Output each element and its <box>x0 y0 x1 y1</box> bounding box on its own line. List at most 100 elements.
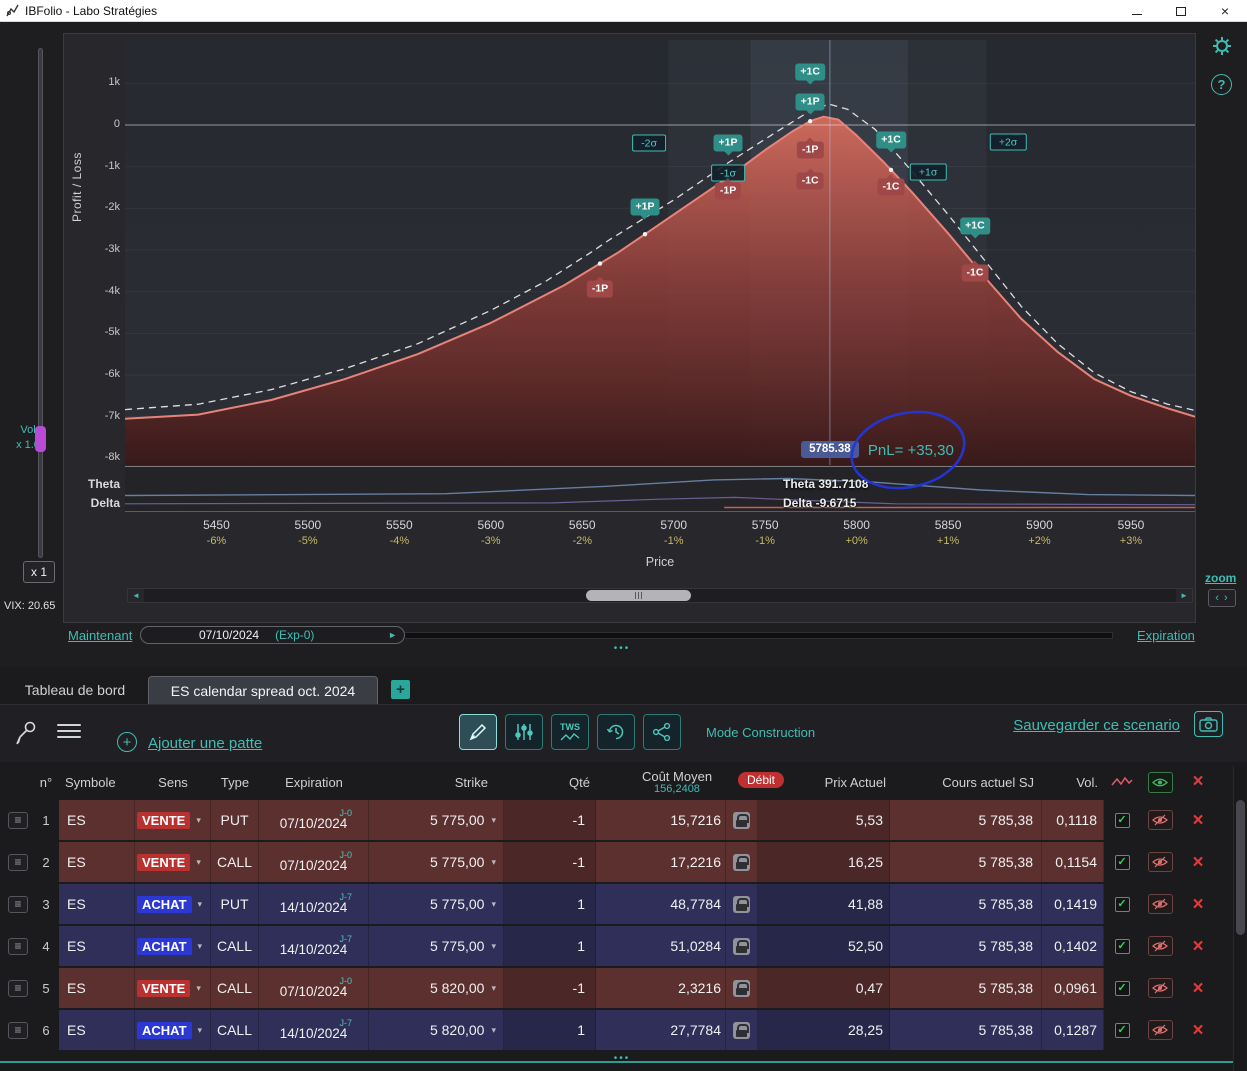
side-badge[interactable]: ACHAT <box>137 937 192 955</box>
strike-cell[interactable]: 5 775,00 ▾ <box>369 926 504 966</box>
add-leg-icon[interactable]: + <box>117 732 137 752</box>
splitter-handle[interactable]: ••• <box>592 643 652 654</box>
delete-row-icon[interactable]: × <box>1192 937 1203 956</box>
tws-tool-button[interactable]: TWS <box>551 714 589 750</box>
leg-marker[interactable]: +1C <box>960 217 990 239</box>
chevron-down-icon[interactable]: ▾ <box>196 983 201 994</box>
pin-icon[interactable] <box>14 718 40 751</box>
help-icon[interactable]: ? <box>1211 74 1232 95</box>
chevron-down-icon[interactable]: ▾ <box>491 983 496 994</box>
leg-marker[interactable]: -1C <box>961 260 989 282</box>
lock-icon[interactable] <box>733 937 750 955</box>
scroll-right-icon[interactable]: ► <box>1176 589 1192 602</box>
strike-cell[interactable]: 5 820,00 ▾ <box>369 1010 504 1050</box>
row-checkbox[interactable]: ✓ <box>1114 854 1130 870</box>
play-icon[interactable]: ► <box>388 630 397 640</box>
side-badge[interactable]: ACHAT <box>137 895 192 913</box>
expiration-link[interactable]: Expiration <box>1137 628 1195 643</box>
row-checkbox[interactable]: ✓ <box>1114 812 1130 828</box>
eye-slash-icon[interactable] <box>1147 894 1173 914</box>
sliders-tool-button[interactable] <box>505 714 543 750</box>
leg-marker[interactable]: +1C <box>876 131 906 153</box>
zoom-range-button[interactable]: ‹ › <box>1208 589 1236 607</box>
eye-slash-icon[interactable] <box>1147 1020 1173 1040</box>
chevron-down-icon[interactable]: ▾ <box>491 815 496 826</box>
vol-slider-thumb[interactable] <box>35 426 46 452</box>
leg-marker[interactable]: +1P <box>630 198 660 220</box>
drag-handle-icon[interactable]: ≡ <box>8 979 28 997</box>
eye-slash-icon[interactable] <box>1147 978 1173 998</box>
strike-cell[interactable]: 5 775,00 ▾ <box>369 800 504 840</box>
side-badge[interactable]: VENTE <box>137 811 191 829</box>
leg-marker[interactable]: +1P <box>795 93 825 115</box>
chevron-down-icon[interactable]: ▾ <box>198 941 203 952</box>
draw-tool-button[interactable] <box>459 714 497 750</box>
table-vscrollbar[interactable] <box>1233 766 1246 1071</box>
row-checkbox[interactable]: ✓ <box>1114 980 1130 996</box>
chevron-down-icon[interactable]: ▾ <box>491 941 496 952</box>
strike-cell[interactable]: 5 775,00 ▾ <box>369 884 504 924</box>
lock-icon[interactable] <box>733 853 750 871</box>
leg-marker[interactable]: -1P <box>796 137 824 159</box>
eye-slash-icon[interactable] <box>1147 936 1173 956</box>
side-cell[interactable]: VENTE ▾ <box>135 968 211 1008</box>
eye-slash-icon[interactable] <box>1147 810 1173 830</box>
leg-marker[interactable]: -1P <box>714 178 742 200</box>
lock-icon[interactable] <box>733 1021 750 1039</box>
lock-icon[interactable] <box>733 811 750 829</box>
date-slider-track[interactable] <box>405 632 1113 639</box>
now-link[interactable]: Maintenant <box>68 628 132 643</box>
zoom-link[interactable]: zoom <box>1205 571 1236 585</box>
tab-es-calendar-spread[interactable]: ES calendar spread oct. 2024 <box>148 676 378 704</box>
settings-gear-icon[interactable] <box>1210 34 1234 61</box>
delete-all-icon[interactable]: × <box>1192 771 1203 793</box>
side-cell[interactable]: ACHAT ▾ <box>135 926 211 966</box>
strike-cell[interactable]: 5 775,00 ▾ <box>369 842 504 882</box>
drag-handle-icon[interactable]: ≡ <box>8 853 28 871</box>
chevron-down-icon[interactable]: ▾ <box>198 899 203 910</box>
leg-marker[interactable]: -1C <box>877 174 905 196</box>
history-tool-button[interactable] <box>597 714 635 750</box>
delete-row-icon[interactable]: × <box>1192 853 1203 872</box>
drag-handle-icon[interactable]: ≡ <box>8 811 28 829</box>
close-button[interactable]: × <box>1203 0 1247 22</box>
drag-handle-icon[interactable]: ≡ <box>8 1021 28 1039</box>
hscroll-thumb[interactable] <box>586 590 691 601</box>
delete-row-icon[interactable]: × <box>1192 895 1203 914</box>
vol-slider-track[interactable] <box>38 48 43 558</box>
side-cell[interactable]: VENTE ▾ <box>135 800 211 840</box>
chevron-down-icon[interactable]: ▾ <box>491 857 496 868</box>
share-tool-button[interactable] <box>643 714 681 750</box>
chevron-down-icon[interactable]: ▾ <box>491 1025 496 1036</box>
chevron-down-icon[interactable]: ▾ <box>196 857 201 868</box>
add-tab-button[interactable]: + <box>391 680 410 699</box>
row-checkbox[interactable]: ✓ <box>1114 938 1130 954</box>
tab-tableau-de-bord[interactable]: Tableau de bord <box>10 676 140 704</box>
minimize-button[interactable] <box>1115 0 1159 22</box>
row-checkbox[interactable]: ✓ <box>1114 896 1130 912</box>
add-leg-link[interactable]: Ajouter une patte <box>148 735 262 752</box>
side-badge[interactable]: ACHAT <box>137 1021 192 1039</box>
lock-icon[interactable] <box>733 895 750 913</box>
side-badge[interactable]: VENTE <box>137 853 191 871</box>
maximize-button[interactable] <box>1159 0 1203 22</box>
leg-marker[interactable]: +1P <box>713 134 743 156</box>
eye-icon[interactable] <box>1147 771 1173 793</box>
delete-row-icon[interactable]: × <box>1192 979 1203 998</box>
chevron-down-icon[interactable]: ▾ <box>196 815 201 826</box>
pl-chart-svg[interactable] <box>125 40 1195 465</box>
leg-marker[interactable]: -1P <box>586 276 614 298</box>
eye-slash-icon[interactable] <box>1147 852 1173 872</box>
chevron-down-icon[interactable]: ▾ <box>491 899 496 910</box>
side-badge[interactable]: VENTE <box>137 979 191 997</box>
side-cell[interactable]: ACHAT ▾ <box>135 884 211 924</box>
side-cell[interactable]: ACHAT ▾ <box>135 1010 211 1050</box>
chart-hscrollbar[interactable]: ◄ ► <box>127 588 1193 603</box>
vscroll-thumb[interactable] <box>1236 800 1245 935</box>
row-checkbox[interactable]: ✓ <box>1114 1022 1130 1038</box>
save-scenario-link[interactable]: Sauvegarder ce scenario <box>1013 717 1180 734</box>
leg-marker[interactable]: -1C <box>796 168 824 190</box>
strike-cell[interactable]: 5 820,00 ▾ <box>369 968 504 1008</box>
vol-reset-button[interactable]: x 1 <box>23 561 55 583</box>
drag-handle-icon[interactable]: ≡ <box>8 895 28 913</box>
